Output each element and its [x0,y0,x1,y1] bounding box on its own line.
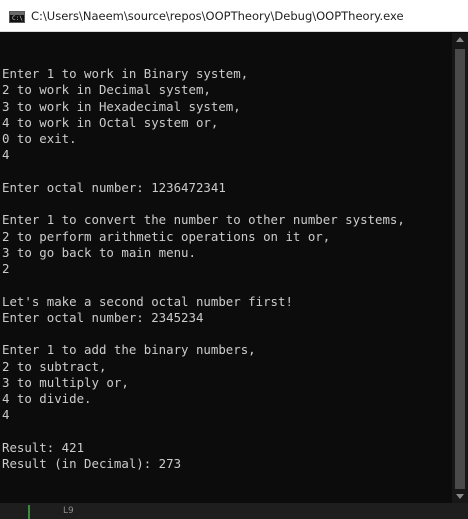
scroll-up-arrow-icon[interactable] [456,37,464,42]
console-line: Enter 1 to add the binary numbers, [2,342,256,358]
console-line: 4 to divide. [2,391,92,406]
console-line: 2 to subtract, [2,358,107,374]
console-line: 4 to work in Octal system or, [2,114,219,130]
status-bar: L9 [0,503,468,519]
scrollbar-thumb[interactable] [455,49,465,489]
console-line: 3 to multiply or, [2,374,129,390]
console-line: 0 to exit. [2,131,77,146]
console-line: Enter 1 to convert the number to other n… [2,212,405,228]
console-line: 2 to work in Decimal system, [2,82,211,98]
console-line: 3 to go back to main menu. [2,244,196,260]
console-line: Enter octal number: 2345234 [2,309,204,325]
console-app-icon-prompt: C:\ [12,15,23,22]
title-bar[interactable]: C:\ C:\Users\Naeem\source\repos\OOPTheor… [0,0,468,32]
console-line: Let's make a second octal number first! [2,293,293,309]
console-line: Enter 1 to work in Binary system, [2,66,249,81]
status-indicator [28,505,30,519]
window-title: C:\Users\Naeem\source\repos\OOPTheory\De… [31,9,404,23]
vertical-scrollbar[interactable] [452,33,468,503]
console-line: 2 to perform arithmetic operations on it… [2,228,331,244]
scroll-down-arrow-icon[interactable] [456,494,464,499]
console-line: 4 [2,407,10,423]
console-app-icon: C:\ [9,11,25,23]
console-line: 3 to work in Hexadecimal system, [2,98,241,114]
console-line: 4 [2,147,10,163]
console-line: Enter octal number: 1236472341 [2,179,226,195]
status-text: L9 [63,506,74,516]
console-output[interactable]: Enter 1 to work in Binary system, 2 to wo… [2,66,452,472]
console-line: Result: 421 [2,439,85,455]
console-window: C:\ C:\Users\Naeem\source\repos\OOPTheor… [0,0,468,519]
console-line: Result (in Decimal): 273 [2,456,182,471]
console-line: 2 [2,261,10,276]
